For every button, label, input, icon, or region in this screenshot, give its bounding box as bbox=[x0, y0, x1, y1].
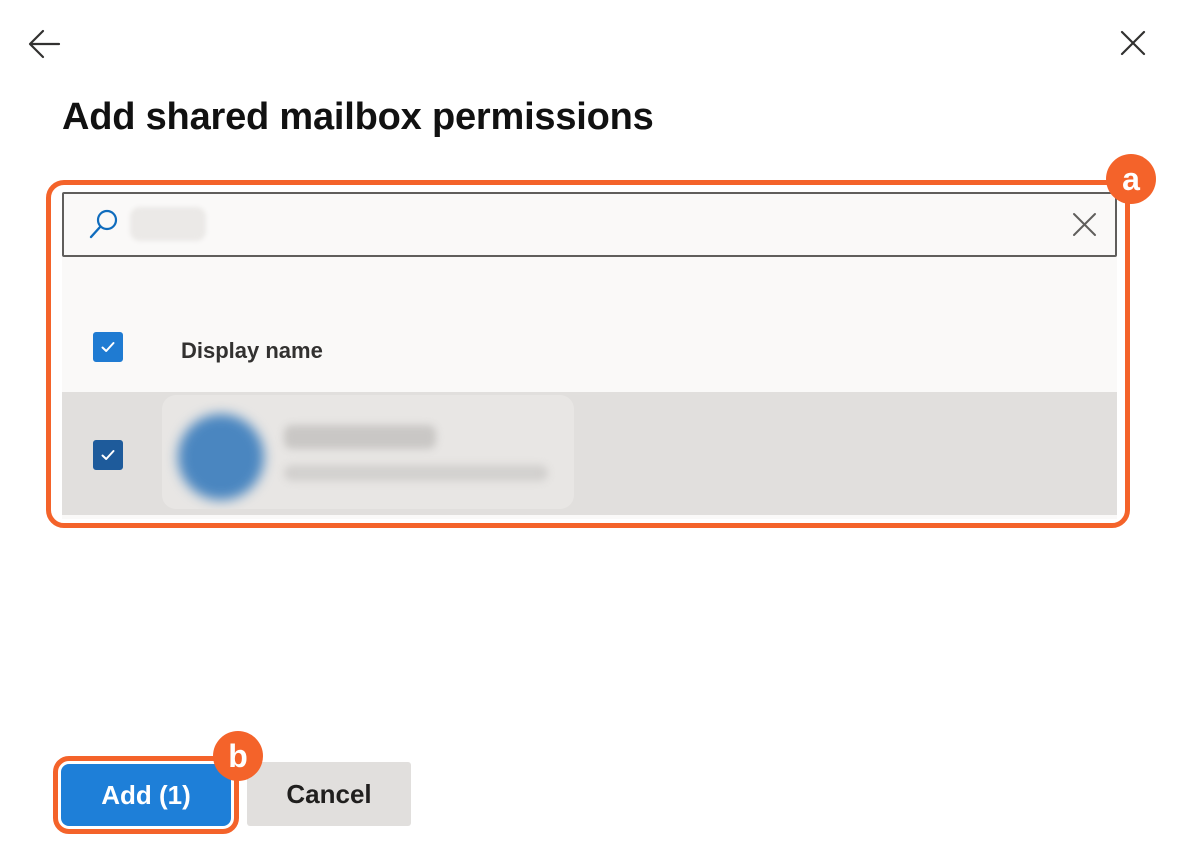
page-title: Add shared mailbox permissions bbox=[62, 96, 654, 138]
cancel-button[interactable]: Cancel bbox=[247, 762, 411, 826]
add-button[interactable]: Add (1) bbox=[61, 764, 231, 826]
people-picker: Display name bbox=[62, 192, 1117, 519]
column-header-display-name[interactable]: Display name bbox=[181, 338, 323, 364]
person-name bbox=[284, 425, 436, 449]
table-row[interactable] bbox=[62, 392, 1117, 515]
avatar bbox=[178, 414, 264, 500]
search-icon bbox=[89, 209, 118, 239]
persona-card bbox=[162, 395, 574, 509]
search-input[interactable] bbox=[130, 207, 206, 241]
clear-search-button[interactable] bbox=[1067, 208, 1101, 242]
close-panel-button[interactable] bbox=[1112, 24, 1154, 64]
close-icon bbox=[1120, 30, 1146, 56]
row-checkbox[interactable] bbox=[93, 440, 123, 470]
callout-badge-b: b bbox=[213, 731, 263, 781]
clear-search-icon bbox=[1073, 213, 1096, 236]
back-button[interactable] bbox=[22, 24, 68, 64]
callout-badge-a: a bbox=[1106, 154, 1156, 204]
checkmark-icon bbox=[101, 342, 115, 352]
search-box[interactable] bbox=[62, 192, 1117, 257]
checkmark-icon bbox=[101, 450, 115, 460]
select-all-checkbox[interactable] bbox=[93, 332, 123, 362]
arrow-left-icon bbox=[28, 29, 61, 59]
person-email bbox=[284, 465, 548, 481]
